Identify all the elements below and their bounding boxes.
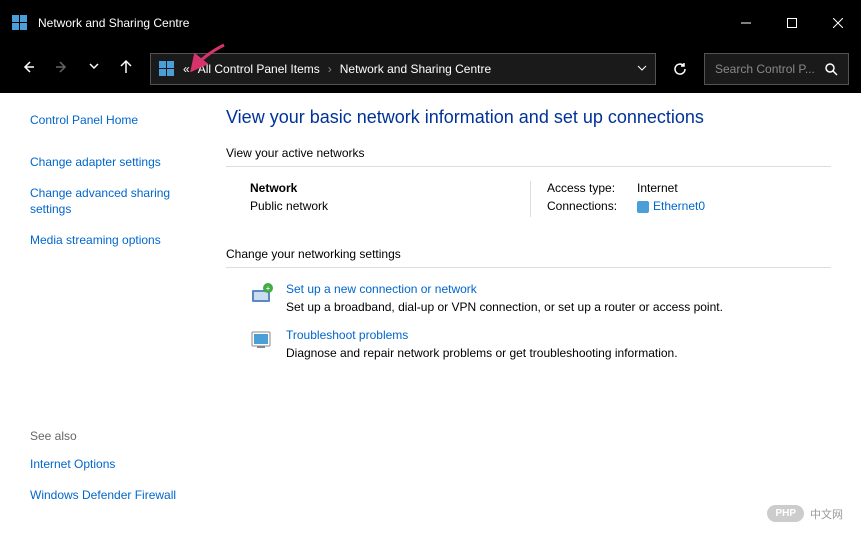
watermark: PHP 中文网 bbox=[767, 505, 843, 522]
watermark-badge: PHP bbox=[767, 505, 804, 522]
troubleshoot-desc: Diagnose and repair network problems or … bbox=[286, 346, 678, 360]
access-type-value: Internet bbox=[637, 181, 678, 195]
search-icon bbox=[825, 63, 838, 76]
troubleshoot-item: Troubleshoot problems Diagnose and repai… bbox=[226, 328, 831, 360]
sidebar: Control Panel Home Change adapter settin… bbox=[0, 93, 210, 536]
address-bar[interactable]: « All Control Panel Items › Network and … bbox=[150, 53, 656, 85]
minimize-button[interactable] bbox=[723, 0, 769, 45]
see-also-label: See also bbox=[30, 429, 198, 443]
troubleshoot-link[interactable]: Troubleshoot problems bbox=[286, 328, 678, 342]
setup-connection-desc: Set up a broadband, dial-up or VPN conne… bbox=[286, 300, 723, 314]
back-button[interactable] bbox=[20, 59, 36, 80]
networking-settings-header: Change your networking settings bbox=[226, 247, 831, 268]
refresh-button[interactable] bbox=[664, 53, 696, 85]
navbar: « All Control Panel Items › Network and … bbox=[0, 45, 861, 93]
window-title: Network and Sharing Centre bbox=[38, 16, 723, 30]
internet-options-link[interactable]: Internet Options bbox=[30, 457, 198, 473]
content: Control Panel Home Change adapter settin… bbox=[0, 93, 861, 536]
change-adapter-settings-link[interactable]: Change adapter settings bbox=[30, 155, 198, 171]
troubleshoot-icon bbox=[250, 328, 274, 352]
connection-link[interactable]: Ethernet0 bbox=[653, 199, 705, 213]
setup-connection-icon: + bbox=[250, 282, 274, 306]
recent-button[interactable] bbox=[88, 59, 100, 80]
connections-label: Connections: bbox=[547, 199, 637, 213]
setup-connection-item: + Set up a new connection or network Set… bbox=[226, 282, 831, 314]
breadcrumb-prefix: « bbox=[183, 62, 190, 76]
titlebar: Network and Sharing Centre bbox=[0, 0, 861, 45]
close-button[interactable] bbox=[815, 0, 861, 45]
page-title: View your basic network information and … bbox=[226, 107, 831, 128]
search-placeholder: Search Control P... bbox=[715, 62, 825, 76]
maximize-button[interactable] bbox=[769, 0, 815, 45]
ethernet-icon bbox=[637, 201, 649, 213]
network-name: Network bbox=[250, 181, 530, 195]
breadcrumb-item[interactable]: Network and Sharing Centre bbox=[340, 62, 491, 76]
search-input[interactable]: Search Control P... bbox=[704, 53, 849, 85]
network-type: Public network bbox=[250, 199, 530, 213]
chevron-right-icon: › bbox=[328, 62, 332, 76]
breadcrumb-icon bbox=[159, 61, 175, 77]
app-icon bbox=[12, 15, 28, 31]
up-button[interactable] bbox=[118, 59, 134, 80]
forward-button[interactable] bbox=[54, 59, 70, 80]
address-dropdown-icon[interactable] bbox=[637, 62, 647, 76]
windows-defender-firewall-link[interactable]: Windows Defender Firewall bbox=[30, 488, 198, 504]
window-controls bbox=[723, 0, 861, 45]
change-advanced-sharing-link[interactable]: Change advanced sharing settings bbox=[30, 186, 198, 217]
control-panel-home-link[interactable]: Control Panel Home bbox=[30, 113, 198, 129]
breadcrumb-item[interactable]: All Control Panel Items bbox=[198, 62, 320, 76]
svg-text:+: + bbox=[266, 284, 271, 293]
divider bbox=[530, 181, 531, 217]
nav-arrows bbox=[12, 59, 142, 80]
network-info: Network Public network Access type: Inte… bbox=[226, 181, 831, 217]
watermark-text: 中文网 bbox=[810, 506, 843, 522]
setup-connection-link[interactable]: Set up a new connection or network bbox=[286, 282, 723, 296]
media-streaming-link[interactable]: Media streaming options bbox=[30, 233, 198, 249]
active-networks-header: View your active networks bbox=[226, 146, 831, 167]
access-type-label: Access type: bbox=[547, 181, 637, 195]
main-panel: View your basic network information and … bbox=[210, 93, 861, 536]
